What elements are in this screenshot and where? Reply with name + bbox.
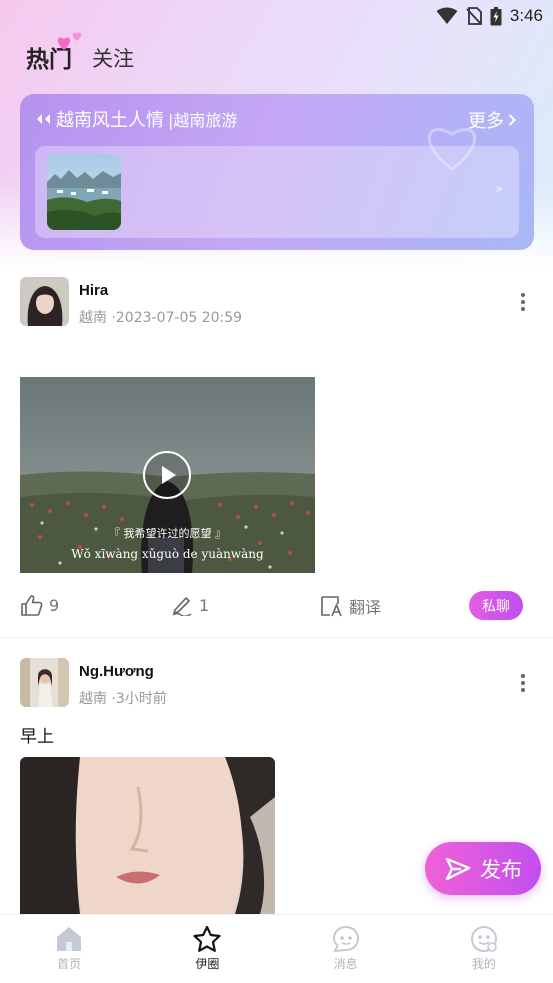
home-icon xyxy=(57,927,82,951)
chevron-right-icon xyxy=(508,114,516,126)
status-icons: 3:46 xyxy=(436,6,543,26)
more-options-icon[interactable] xyxy=(519,293,527,311)
quote-icon xyxy=(37,114,50,124)
play-icon[interactable] xyxy=(142,450,192,500)
banner-more-label: 更多 xyxy=(468,111,504,132)
comment-button[interactable]: 1 xyxy=(171,594,209,616)
avatar[interactable] xyxy=(20,658,69,707)
nav-messages[interactable]: 消息 xyxy=(277,915,415,983)
banner-card[interactable]: » xyxy=(35,146,519,238)
translate-button[interactable]: 翻译 xyxy=(320,594,381,618)
nav-home[interactable]: 首页 xyxy=(0,915,138,983)
message-icon xyxy=(332,925,359,953)
tab-follow[interactable]: 关注 xyxy=(92,43,134,74)
like-button[interactable]: 9 xyxy=(20,594,59,616)
tab-hot[interactable]: 热门 xyxy=(26,32,82,74)
banner-title-main: 越南风土人情 xyxy=(56,110,164,131)
bottom-nav: 首页 伊圈 消息 我的 xyxy=(0,914,553,983)
post-meta: 越南 ·3小时前 xyxy=(79,691,167,707)
like-count: 9 xyxy=(49,595,60,615)
nav-circle[interactable]: 伊圈 xyxy=(138,915,276,983)
wifi-icon xyxy=(436,7,458,24)
post-video[interactable]: 『 我希望许过的愿望 』 Wǒ xīwàng xǔguò de yuànwàng xyxy=(20,377,315,573)
banner-title: 越南风土人情 |越南旅游 xyxy=(36,106,237,132)
nav-circle-label: 伊圈 xyxy=(195,957,220,971)
private-chat-button[interactable]: 私聊 xyxy=(469,591,523,620)
publish-label: 发布 xyxy=(480,857,522,882)
post-text: 早上 xyxy=(20,727,54,747)
more-options-icon[interactable] xyxy=(519,674,527,692)
pen-icon xyxy=(172,597,192,616)
status-bar: 3:46 xyxy=(0,0,553,32)
banner-card-arrow: » xyxy=(495,182,503,197)
thumbs-up-icon xyxy=(21,595,43,616)
avatar[interactable] xyxy=(20,277,69,326)
post-image[interactable] xyxy=(20,757,275,914)
banner-thumbnail xyxy=(47,154,121,230)
post-divider xyxy=(0,637,553,638)
publish-button[interactable]: 发布 xyxy=(425,842,541,895)
nav-home-label: 首页 xyxy=(57,957,82,971)
star-icon xyxy=(193,925,221,952)
hearts-icon xyxy=(57,32,82,50)
battery-icon xyxy=(490,6,502,25)
translate-label: 翻译 xyxy=(349,598,382,617)
video-caption-pinyin: Wǒ xīwàng xǔguò de yuànwàng xyxy=(71,547,264,561)
header-tabs: 热门 关注 xyxy=(26,32,134,74)
comment-count: 1 xyxy=(199,595,210,615)
send-icon xyxy=(445,857,471,880)
banner-more-link[interactable]: 更多 xyxy=(468,107,516,133)
status-time: 3:46 xyxy=(509,6,543,25)
profile-icon xyxy=(470,926,497,952)
nav-profile-label: 我的 xyxy=(471,957,496,971)
post-username[interactable]: Ng.Hương xyxy=(79,663,154,680)
post-username[interactable]: Hira xyxy=(79,282,108,299)
nav-messages-label: 消息 xyxy=(333,957,358,971)
post-meta: 越南 ·2023-07-05 20:59 xyxy=(79,310,243,326)
topic-banner[interactable]: 越南风土人情 |越南旅游 更多 » xyxy=(20,94,534,250)
no-sim-icon xyxy=(466,7,482,25)
video-caption-cn: 『 我希望许过的愿望 』 xyxy=(109,527,226,540)
banner-title-sub: |越南旅游 xyxy=(168,111,238,130)
nav-profile[interactable]: 我的 xyxy=(415,915,553,983)
translate-icon xyxy=(321,596,342,617)
